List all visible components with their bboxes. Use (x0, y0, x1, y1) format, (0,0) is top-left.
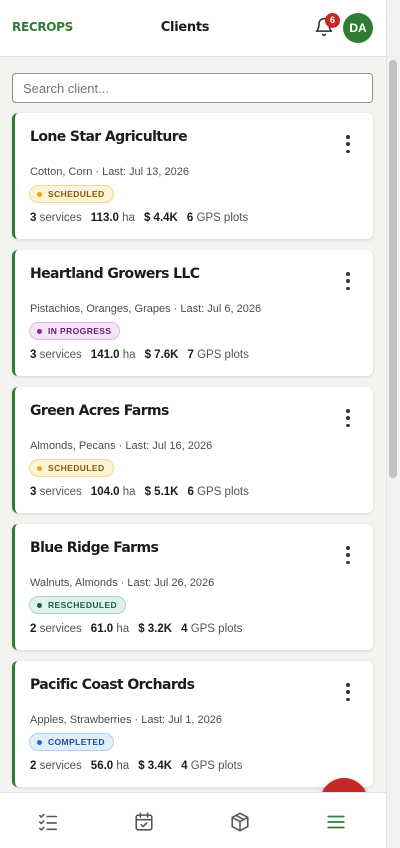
more-options-icon[interactable] (345, 683, 351, 701)
services-label: services (39, 760, 82, 772)
bottom-navigation (0, 792, 386, 848)
client-card[interactable]: Green Acres Farms Almonds, Pecans · Last… (12, 387, 373, 513)
amount-value: $ 7.6K (144, 349, 179, 361)
scrollbar-thumb[interactable] (389, 60, 397, 478)
client-crops-last-visit: Cotton, Corn · Last: Jul 13, 2026 (30, 166, 189, 178)
status-badge: RESCHEDULED (29, 596, 127, 614)
app-header: RECROPS Clients 6 DA (0, 0, 386, 57)
client-name: Pacific Coast Orchards (30, 677, 195, 693)
status-dot-icon (37, 328, 42, 334)
gps-plots-count: 6 (186, 212, 194, 224)
status-badge: COMPLETED (29, 733, 114, 751)
package-icon (231, 812, 249, 832)
status-label: SCHEDULED (48, 463, 105, 473)
services-count: 2 (30, 623, 37, 635)
client-stats: 2 services 56.0 ha $ 3.4K 4 GPS plots (30, 760, 242, 772)
gps-plots-count: 6 (187, 486, 194, 498)
status-label: RESCHEDULED (48, 600, 118, 610)
nav-calendar[interactable] (133, 811, 155, 833)
client-name: Heartland Growers LLC (30, 266, 200, 282)
client-name: Green Acres Farms (30, 403, 169, 419)
hectares-label: ha (122, 212, 135, 224)
hectares-value: 113.0 (90, 212, 119, 224)
services-count: 3 (30, 486, 37, 498)
gps-plots-label: GPS plots (197, 349, 249, 361)
amount-value: $ 4.4K (143, 212, 178, 224)
more-options-icon[interactable] (345, 272, 351, 290)
nav-products[interactable] (229, 811, 251, 833)
client-card[interactable]: Lone Star Agriculture Cotton, Corn · Las… (12, 113, 373, 239)
client-name: Lone Star Agriculture (30, 129, 188, 145)
hectares-value: 141.0 (90, 349, 120, 361)
services-count: 3 (30, 212, 37, 224)
client-card[interactable]: Blue Ridge Farms Walnuts, Almonds · Last… (12, 524, 373, 650)
nav-menu[interactable] (325, 811, 347, 833)
gps-plots-label: GPS plots (190, 760, 243, 772)
checklist-icon (38, 813, 58, 831)
client-list: Lone Star Agriculture Cotton, Corn · Las… (12, 113, 373, 798)
notifications-button[interactable]: 6 (314, 13, 340, 39)
client-crops-last-visit: Almonds, Pecans · Last: Jul 16, 2026 (30, 440, 213, 452)
more-options-icon[interactable] (345, 135, 351, 153)
hectares-value: 61.0 (90, 623, 114, 635)
status-label: COMPLETED (48, 737, 105, 747)
hectares-value: 104.0 (90, 486, 120, 498)
client-crops-last-visit: Apples, Strawberries · Last: Jul 1, 2026 (30, 714, 222, 726)
status-label: SCHEDULED (48, 189, 105, 199)
nav-tasks[interactable] (37, 811, 59, 833)
client-name: Blue Ridge Farms (30, 540, 159, 556)
status-dot-icon (37, 739, 42, 745)
hectares-label: ha (116, 760, 130, 772)
status-dot-icon (37, 191, 42, 197)
services-label: services (39, 212, 82, 224)
services-label: services (39, 623, 82, 635)
status-badge: SCHEDULED (29, 185, 114, 203)
search-client-input[interactable] (12, 73, 373, 103)
more-options-icon[interactable] (345, 409, 351, 427)
status-label: IN PROGRESS (48, 326, 112, 336)
amount-value: $ 3.4K (138, 760, 173, 772)
hectares-label: ha (116, 623, 130, 635)
client-stats: 3 services 113.0 ha $ 4.4K 6 GPS plots (30, 212, 248, 224)
hectares-value: 56.0 (90, 760, 114, 772)
user-avatar[interactable]: DA (343, 13, 373, 43)
gps-plots-label: GPS plots (197, 486, 249, 498)
status-dot-icon (37, 465, 42, 471)
client-card[interactable]: Pacific Coast Orchards Apples, Strawberr… (12, 661, 373, 787)
gps-plots-label: GPS plots (190, 623, 243, 635)
client-crops-last-visit: Walnuts, Almonds · Last: Jul 26, 2026 (30, 577, 215, 589)
more-options-icon[interactable] (345, 546, 351, 564)
gps-plots-label: GPS plots (196, 212, 249, 224)
gps-plots-count: 4 (181, 760, 188, 772)
status-badge: SCHEDULED (29, 459, 114, 477)
services-count: 3 (30, 349, 37, 361)
amount-value: $ 3.2K (138, 623, 173, 635)
client-stats: 3 services 104.0 ha $ 5.1K 6 GPS plots (30, 486, 249, 498)
client-stats: 3 services 141.0 ha $ 7.6K 7 GPS plots (30, 349, 249, 361)
services-label: services (39, 486, 82, 498)
client-card[interactable]: Heartland Growers LLC Pistachios, Orange… (12, 250, 373, 376)
notification-count-badge: 6 (325, 13, 340, 28)
hectares-label: ha (122, 349, 136, 361)
hectares-label: ha (122, 486, 136, 498)
status-badge: IN PROGRESS (29, 322, 121, 340)
services-count: 2 (30, 760, 37, 772)
status-dot-icon (37, 602, 42, 608)
gps-plots-count: 4 (181, 623, 188, 635)
client-crops-last-visit: Pistachios, Oranges, Grapes · Last: Jul … (30, 303, 262, 315)
menu-icon (327, 815, 345, 829)
services-label: services (39, 349, 82, 361)
amount-value: $ 5.1K (144, 486, 179, 498)
calendar-check-icon (135, 812, 153, 831)
client-stats: 2 services 61.0 ha $ 3.2K 4 GPS plots (30, 623, 242, 635)
gps-plots-count: 7 (187, 349, 194, 361)
